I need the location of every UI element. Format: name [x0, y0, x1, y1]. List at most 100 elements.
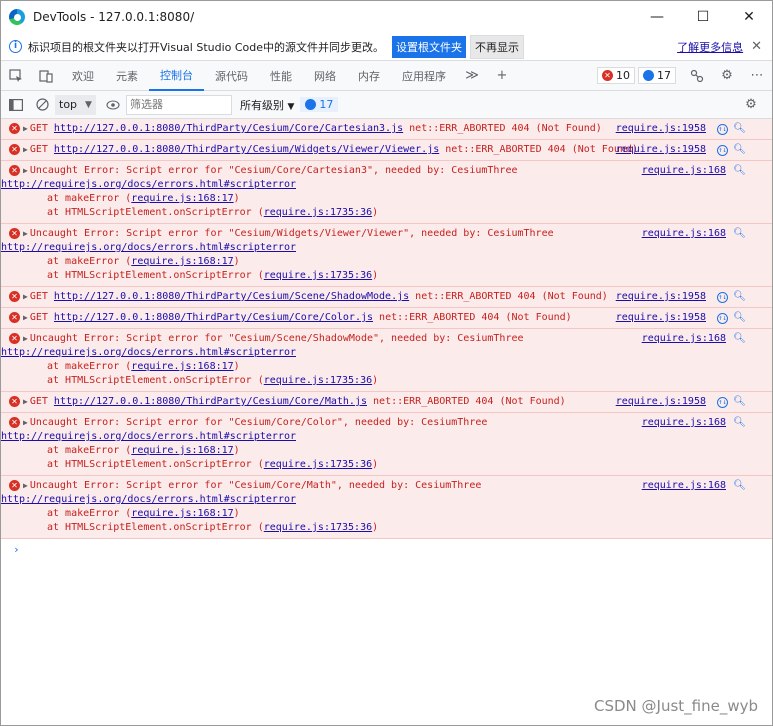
settings-gear-icon[interactable]: ⚙ [712, 61, 742, 91]
inspect-element-icon[interactable] [1, 61, 31, 91]
console-entry[interactable]: ✕ ▶ Uncaught Error: Script error for "Cesi… [1, 413, 772, 476]
error-doc-link[interactable]: http://requirejs.org/docs/errors.html#sc… [1, 494, 296, 505]
clear-console-icon[interactable] [29, 92, 55, 118]
network-request-icon[interactable]: ↑↓ [717, 313, 728, 324]
message-count-badge[interactable]: 17 [638, 67, 676, 84]
add-tab-icon[interactable]: + [487, 61, 517, 91]
infobar-close-icon[interactable]: ✕ [751, 39, 762, 54]
console-entry[interactable]: ✕ ▶ Uncaught Error: Script error for "Cesi… [1, 329, 772, 392]
error-count-badge[interactable]: ✕ 10 [597, 67, 635, 84]
stack-link[interactable]: require.js:1735:36 [264, 270, 372, 281]
network-request-icon[interactable]: ↑↓ [717, 124, 728, 135]
request-url-link[interactable]: http://127.0.0.1:8080/ThirdParty/Cesium/… [54, 396, 367, 407]
device-emulation-icon[interactable] [31, 61, 61, 91]
network-request-icon[interactable]: ↑↓ [717, 145, 728, 156]
request-url-link[interactable]: http://127.0.0.1:8080/ThirdParty/Cesium/… [54, 291, 409, 302]
request-url-link[interactable]: http://127.0.0.1:8080/ThirdParty/Cesium/… [54, 123, 403, 134]
error-doc-link[interactable]: http://requirejs.org/docs/errors.html#sc… [1, 242, 296, 253]
expand-triangle-icon[interactable]: ▶ [23, 397, 28, 406]
request-url-link[interactable]: http://127.0.0.1:8080/ThirdParty/Cesium/… [54, 144, 439, 155]
source-link[interactable]: require.js:168 [642, 227, 726, 241]
source-link[interactable]: require.js:1958 [616, 311, 706, 325]
expand-triangle-icon[interactable]: ▶ [23, 166, 28, 175]
maximize-button[interactable]: ☐ [680, 1, 726, 33]
stack-link[interactable]: require.js:1735:36 [264, 459, 372, 470]
expand-triangle-icon[interactable]: ▶ [23, 229, 28, 238]
tab-sources[interactable]: 源代码 [204, 61, 259, 91]
network-request-icon[interactable]: ↑↓ [717, 397, 728, 408]
set-root-folder-button[interactable]: 设置根文件夹 [392, 35, 467, 58]
issues-count-badge[interactable]: 17 [300, 97, 339, 112]
console-prompt[interactable]: › [1, 539, 772, 560]
source-link[interactable]: require.js:1958 [616, 395, 706, 409]
expand-triangle-icon[interactable]: ▶ [23, 313, 28, 322]
console-entry[interactable]: ✕ ▶ Uncaught Error: Script error for "Cesi… [1, 161, 772, 224]
stack-link[interactable]: require.js:168:17 [131, 193, 233, 204]
error-doc-link[interactable]: http://requirejs.org/docs/errors.html#sc… [1, 347, 296, 358]
tab-memory[interactable]: 内存 [347, 61, 391, 91]
sidebar-toggle-icon[interactable] [3, 92, 29, 118]
expand-triangle-icon[interactable]: ▶ [23, 124, 28, 133]
console-entry[interactable]: ✕ ▶ GET http://127.0.0.1:8080/ThirdParty/C… [1, 392, 772, 413]
search-icon[interactable]: 🔍︎ [733, 395, 746, 409]
stack-link[interactable]: require.js:168:17 [131, 508, 233, 519]
more-options-icon[interactable]: ⋯ [742, 61, 772, 91]
connection-icon[interactable] [682, 61, 712, 91]
console-entry[interactable]: ✕ ▶ GET http://127.0.0.1:8080/ThirdParty/C… [1, 308, 772, 329]
expand-triangle-icon[interactable]: ▶ [23, 418, 28, 427]
stack-link[interactable]: require.js:1735:36 [264, 522, 372, 533]
console-entry[interactable]: ✕ ▶ GET http://127.0.0.1:8080/ThirdParty/C… [1, 140, 772, 161]
console-entry[interactable]: ✕ ▶ GET http://127.0.0.1:8080/ThirdParty/C… [1, 119, 772, 140]
console-entry[interactable]: ✕ ▶ Uncaught Error: Script error for "Cesi… [1, 476, 772, 539]
close-button[interactable]: ✕ [726, 1, 772, 33]
search-icon[interactable]: 🔍︎ [733, 311, 746, 325]
expand-triangle-icon[interactable]: ▶ [23, 292, 28, 301]
minimize-button[interactable]: — [634, 1, 680, 33]
search-icon[interactable]: 🔍︎ [733, 332, 746, 346]
more-tabs-icon[interactable]: ≫ [457, 61, 487, 91]
search-icon[interactable]: 🔍︎ [733, 122, 746, 136]
error-message: Uncaught Error: Script error for "Cesium… [29, 333, 524, 344]
source-link[interactable]: require.js:168 [642, 332, 726, 346]
stack-link[interactable]: require.js:1735:36 [264, 207, 372, 218]
stack-link[interactable]: require.js:1735:36 [264, 375, 372, 386]
error-doc-link[interactable]: http://requirejs.org/docs/errors.html#sc… [1, 179, 296, 190]
tab-performance[interactable]: 性能 [259, 61, 303, 91]
source-link[interactable]: require.js:1958 [616, 122, 706, 136]
search-icon[interactable]: 🔍︎ [733, 143, 746, 157]
tab-console[interactable]: 控制台 [149, 61, 204, 91]
stack-link[interactable]: require.js:168:17 [131, 445, 233, 456]
source-link[interactable]: require.js:168 [642, 416, 726, 430]
tab-application[interactable]: 应用程序 [391, 61, 457, 91]
console-entry[interactable]: ✕ ▶ GET http://127.0.0.1:8080/ThirdParty/C… [1, 287, 772, 308]
error-message: net::ERR_ABORTED 404 (Not Found) [373, 396, 566, 407]
learn-more-link[interactable]: 了解更多信息 [677, 39, 743, 55]
source-link[interactable]: require.js:1958 [616, 290, 706, 304]
search-icon[interactable]: 🔍︎ [733, 416, 746, 430]
console-entry[interactable]: ✕ ▶ Uncaught Error: Script error for "Cesi… [1, 224, 772, 287]
expand-triangle-icon[interactable]: ▶ [23, 145, 28, 154]
expand-triangle-icon[interactable]: ▶ [23, 334, 28, 343]
search-icon[interactable]: 🔍︎ [733, 479, 746, 493]
request-url-link[interactable]: http://127.0.0.1:8080/ThirdParty/Cesium/… [54, 312, 373, 323]
stack-link[interactable]: require.js:168:17 [131, 361, 233, 372]
search-icon[interactable]: 🔍︎ [733, 227, 746, 241]
error-doc-link[interactable]: http://requirejs.org/docs/errors.html#sc… [1, 431, 296, 442]
tab-elements[interactable]: 元素 [105, 61, 149, 91]
log-levels-dropdown[interactable]: 所有级别 ▼ [240, 97, 294, 113]
console-settings-gear-icon[interactable]: ⚙ [738, 92, 764, 118]
source-link[interactable]: require.js:1958 [616, 143, 706, 157]
search-icon[interactable]: 🔍︎ [733, 290, 746, 304]
source-link[interactable]: require.js:168 [642, 479, 726, 493]
source-link[interactable]: require.js:168 [642, 164, 726, 178]
live-expression-eye-icon[interactable] [100, 92, 126, 118]
tab-network[interactable]: 网络 [303, 61, 347, 91]
dont-show-again-button[interactable]: 不再显示 [470, 34, 525, 59]
search-icon[interactable]: 🔍︎ [733, 164, 746, 178]
stack-link[interactable]: require.js:168:17 [131, 256, 233, 267]
tab-welcome[interactable]: 欢迎 [61, 61, 105, 91]
network-request-icon[interactable]: ↑↓ [717, 292, 728, 303]
expand-triangle-icon[interactable]: ▶ [23, 481, 28, 490]
filter-input[interactable] [125, 94, 232, 115]
context-select[interactable]: top ▼ [55, 94, 96, 115]
